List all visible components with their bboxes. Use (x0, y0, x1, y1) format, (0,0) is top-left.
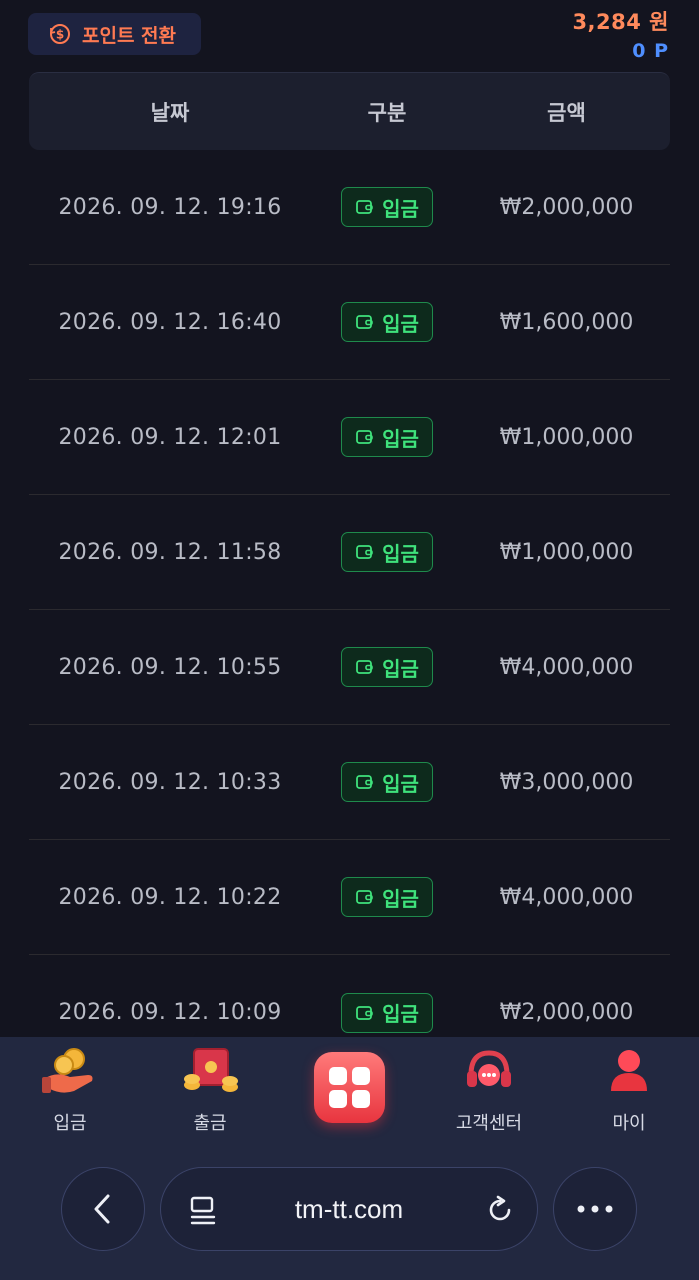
type-badge: 입금 (341, 762, 433, 802)
transaction-list: 2026. 09. 12. 19:16 입금 ₩2,000,000 2026. … (29, 150, 670, 1070)
row-date: 2026. 09. 12. 12:01 (58, 424, 282, 450)
row-amount: ₩2,000,000 (499, 194, 634, 220)
row-amount: ₩3,000,000 (499, 769, 634, 795)
row-amount: ₩2,000,000 (499, 1000, 634, 1025)
nav-label-my: 마이 (612, 1113, 646, 1134)
type-label: 입금 (382, 886, 419, 911)
wallet-icon (356, 890, 373, 904)
wallet-icon (356, 200, 373, 214)
type-label: 입금 (382, 311, 419, 336)
row-date: 2026. 09. 12. 10:22 (58, 884, 282, 910)
row-date: 2026. 09. 12. 10:55 (58, 654, 282, 680)
row-date: 2026. 09. 12. 10:33 (58, 769, 282, 795)
column-header-amount: 금액 (547, 100, 586, 125)
nav-label-withdraw: 출금 (193, 1113, 227, 1134)
menu-grid-button[interactable] (314, 1052, 385, 1123)
svg-text:$: $ (56, 28, 64, 42)
type-label: 입금 (382, 1002, 419, 1026)
type-badge: 입금 (341, 302, 433, 342)
table-row: 2026. 09. 12. 19:16 입금 ₩2,000,000 (29, 150, 670, 265)
wallet-icon (356, 545, 373, 559)
type-badge: 입금 (341, 992, 433, 1033)
more-dots-icon (577, 1205, 613, 1213)
deposit-coins-icon (42, 1048, 93, 1093)
point-convert-button[interactable]: $ 포인트 전환 (28, 13, 201, 55)
top-bar: $ 포인트 전환 3,284 원 0 P (0, 0, 699, 72)
column-header-type: 구분 (367, 100, 407, 125)
column-header-date: 날짜 (150, 100, 190, 125)
table-row: 2026. 09. 12. 10:55 입금 ₩4,000,000 (29, 610, 670, 725)
browser-address-bar[interactable]: tm-tt.com (160, 1167, 538, 1251)
type-badge: 입금 (341, 187, 433, 227)
wallet-icon (356, 660, 373, 674)
balance-display: 3,284 원 0 P (572, 6, 669, 62)
type-badge: 입금 (341, 647, 433, 687)
wallet-icon (356, 775, 373, 789)
balance-won: 3,284 원 (572, 10, 669, 34)
support-headset-icon (467, 1050, 511, 1087)
type-label: 입금 (382, 426, 419, 451)
type-label: 입금 (382, 196, 419, 221)
wallet-icon (356, 430, 373, 444)
reload-icon[interactable] (485, 1195, 515, 1225)
row-amount: ₩1,000,000 (499, 424, 634, 450)
type-label: 입금 (382, 771, 419, 796)
row-date: 2026. 09. 12. 19:16 (58, 194, 282, 220)
row-amount: ₩1,000,000 (499, 539, 634, 565)
balance-points: 0 P (632, 40, 669, 62)
nav-item-my[interactable]: 마이 (569, 1037, 689, 1147)
type-badge: 입금 (341, 417, 433, 457)
exchange-coin-icon: $ (50, 24, 70, 44)
browser-more-button[interactable] (553, 1167, 637, 1251)
type-label: 입금 (382, 541, 419, 566)
row-amount: ₩4,000,000 (499, 654, 634, 680)
browser-url: tm-tt.com (294, 1194, 404, 1224)
row-date: 2026. 09. 12. 11:58 (58, 539, 282, 565)
wallet-icon (356, 1005, 373, 1020)
table-row: 2026. 09. 12. 12:01 입금 ₩1,000,000 (29, 380, 670, 495)
nav-item-withdraw[interactable]: 출금 (150, 1037, 270, 1147)
table-row: 2026. 09. 12. 10:33 입금 ₩3,000,000 (29, 725, 670, 840)
type-badge: 입금 (341, 877, 433, 917)
nav-item-deposit[interactable]: 입금 (10, 1037, 130, 1147)
nav-item-support[interactable]: 고객센터 (429, 1037, 549, 1147)
row-amount: ₩1,600,000 (499, 309, 634, 335)
nav-label-support: 고객센터 (455, 1113, 523, 1134)
withdraw-safe-icon (184, 1048, 238, 1092)
row-date: 2026. 09. 12. 16:40 (58, 309, 282, 335)
table-row: 2026. 09. 12. 16:40 입금 ₩1,600,000 (29, 265, 670, 380)
chevron-left-icon (94, 1194, 110, 1224)
type-badge: 입금 (341, 532, 433, 572)
type-label: 입금 (382, 656, 419, 681)
point-convert-label: 포인트 전환 (82, 24, 177, 47)
table-row: 2026. 09. 12. 11:58 입금 ₩1,000,000 (29, 495, 670, 610)
browser-back-button[interactable] (61, 1167, 145, 1251)
user-icon (611, 1050, 647, 1091)
wallet-icon (356, 315, 373, 329)
browser-toolbar: tm-tt.com (0, 1147, 699, 1280)
row-date: 2026. 09. 12. 10:09 (58, 1000, 282, 1025)
nav-label-deposit: 입금 (53, 1113, 87, 1134)
table-header: 날짜 구분 금액 (29, 72, 670, 150)
table-row: 2026. 09. 12. 10:22 입금 ₩4,000,000 (29, 840, 670, 955)
bottom-nav: 입금 출금 고객센터 마이 (0, 1037, 699, 1147)
row-amount: ₩4,000,000 (499, 884, 634, 910)
